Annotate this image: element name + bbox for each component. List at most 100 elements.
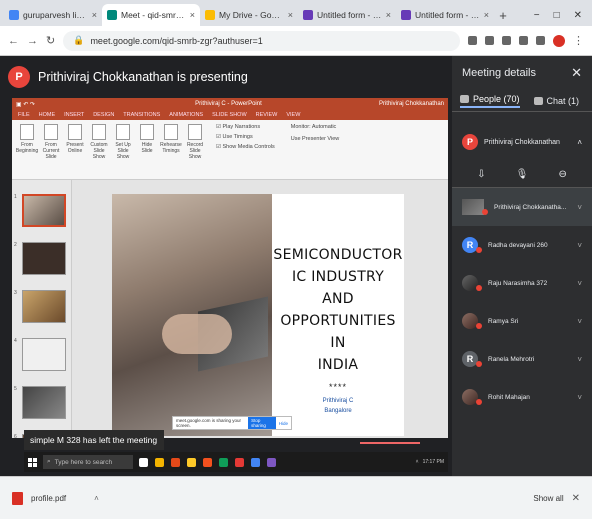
participant-row[interactable]: Ramya Sri ˅ (452, 302, 592, 340)
close-icon[interactable]: ✕ (571, 65, 582, 81)
presenter-controls: ⇩ 🎙 ⊖ (452, 162, 592, 188)
ppt-monitor-options: Monitor: Automatic Use Presenter View (291, 124, 340, 142)
ppt-ribbon-tab[interactable]: INSERT (64, 112, 84, 118)
browser-tab[interactable]: Untitled form - Google Fo × (396, 4, 494, 26)
hide-share-bar-button[interactable]: Hide (279, 421, 288, 426)
ppt-ribbon-button[interactable]: Present Online (66, 124, 84, 160)
pin-icon[interactable]: ⇩ (477, 169, 485, 180)
puzzle-icon[interactable] (536, 36, 545, 45)
participant-row[interactable]: R Ranela Mehrotri ˅ (452, 340, 592, 378)
chevron-down-icon[interactable]: ˅ (577, 393, 582, 402)
taskbar-app-icon[interactable] (155, 457, 164, 467)
tab-favicon-icon (9, 10, 19, 20)
participant-row[interactable]: R Radha devayani 260 ˅ (452, 226, 592, 264)
new-tab-button[interactable]: + (494, 4, 512, 26)
camera-icon[interactable] (468, 36, 477, 45)
mic-icon[interactable]: 🎙 (516, 169, 529, 180)
slide-thumbnail[interactable] (22, 338, 66, 371)
ppt-ribbon-tab[interactable]: FILE (18, 112, 30, 118)
close-icon[interactable]: × (484, 10, 489, 20)
close-icon[interactable]: ✕ (572, 493, 580, 504)
ppt-ribbon-checkbox[interactable]: ☑ Show Media Controls (216, 144, 275, 150)
ppt-ribbon-checkbox[interactable]: ☑ Play Narrations (216, 124, 275, 130)
slideshow-icon (164, 124, 178, 140)
ppt-ribbon-button[interactable]: Hide Slide (138, 124, 156, 160)
maximize-icon[interactable]: □ (554, 10, 560, 21)
show-all-button[interactable]: Show all (533, 494, 563, 503)
minimize-icon[interactable]: − (534, 10, 540, 21)
menu-dots-icon[interactable]: ⋮ (573, 34, 584, 47)
slide-thumbnail[interactable] (22, 242, 66, 275)
stop-sharing-button[interactable]: Stop sharing (248, 417, 276, 429)
ppt-monitor-option[interactable]: Monitor: Automatic (291, 124, 340, 130)
reload-icon[interactable]: ↻ (46, 34, 55, 47)
ppt-ribbon-button[interactable]: Set Up Slide Show (114, 124, 132, 160)
tray-arrow-icon[interactable]: ˄ (416, 459, 419, 465)
chat-icon (533, 96, 543, 105)
taskbar-app-icon[interactable] (267, 457, 276, 467)
ppt-ribbon-button[interactable]: Rehearse Timings (160, 124, 182, 160)
browser-tab[interactable]: My Drive - Google Drive × (200, 4, 298, 26)
chevron-up-icon[interactable]: ˄ (577, 138, 582, 147)
chevron-down-icon[interactable]: ˅ (577, 203, 582, 212)
slideshow-icon (20, 124, 34, 140)
close-icon[interactable]: × (92, 10, 97, 20)
close-icon[interactable]: × (288, 10, 293, 20)
ppt-ribbon-tab[interactable]: ANIMATIONS (169, 112, 203, 118)
download-file-name[interactable]: profile.pdf (31, 494, 66, 503)
presenter-row[interactable]: P Prithiviraj Chokkanathan ˄ (452, 122, 592, 162)
ppt-ribbon-button[interactable]: Custom Slide Show (90, 124, 108, 160)
profile-avatar[interactable] (553, 34, 565, 47)
browser-tab[interactable]: Meet - qid-smrb-zgr × (102, 4, 200, 26)
star-icon[interactable] (502, 36, 511, 45)
slide-thumbnail[interactable] (22, 290, 66, 323)
taskbar-app-icon[interactable] (187, 457, 196, 467)
ppt-ribbon-tab[interactable]: DESIGN (93, 112, 114, 118)
slide-thumbnail[interactable] (22, 194, 66, 227)
browser-tab[interactable]: Untitled form - Google Fo × (298, 4, 396, 26)
taskbar-app-icon[interactable] (251, 457, 260, 467)
chevron-down-icon[interactable]: ˅ (577, 279, 582, 288)
ppt-ribbon-button[interactable]: From Beginning (16, 124, 38, 160)
windows-start-icon[interactable] (28, 457, 37, 467)
ppt-ribbon-tab[interactable]: TRANSITIONS (123, 112, 160, 118)
chevron-down-icon[interactable]: ˅ (577, 241, 582, 250)
taskbar-app-icon[interactable] (171, 457, 180, 467)
close-icon[interactable]: ✕ (574, 10, 582, 21)
url-field[interactable]: 🔒 meet.google.com/qid-smrb-zgr?authuser=… (63, 30, 460, 51)
taskbar-app-icon[interactable] (139, 457, 148, 467)
ppt-ribbon-tabs: FILE HOME INSERT DESIGN TRANSITIONS ANIMATION… (12, 110, 448, 120)
ppt-ribbon-button[interactable]: Record Slide Show (186, 124, 204, 160)
browser-tab[interactable]: guruparvesh link - Mehram × (4, 4, 102, 26)
participant-name: Prithiviraj Chokkanatha... (494, 203, 567, 211)
ppt-ribbon-tab[interactable]: HOME (39, 112, 56, 118)
ppt-ribbon-checkbox[interactable]: ☑ Use Timings (216, 134, 275, 140)
slide-thumbnail[interactable] (22, 386, 66, 419)
chevron-down-icon[interactable]: ˅ (577, 317, 582, 326)
close-icon[interactable]: × (386, 10, 391, 20)
taskbar-app-icon[interactable] (203, 457, 212, 467)
ppt-ribbon-tab[interactable]: REVIEW (256, 112, 278, 118)
ppt-monitor-option[interactable]: Use Presenter View (291, 136, 340, 142)
zoom-slider[interactable] (360, 442, 420, 444)
key-icon[interactable] (485, 36, 494, 45)
participant-row[interactable]: Raju Narasimha 372 ˅ (452, 264, 592, 302)
close-icon[interactable]: × (190, 10, 195, 20)
panel-tabs: People (70) Chat (1) (452, 90, 592, 112)
tab-people[interactable]: People (70) (460, 94, 520, 108)
chevron-down-icon[interactable]: ˅ (577, 355, 582, 364)
ppt-ribbon-button[interactable]: From Current Slide (42, 124, 60, 160)
remove-icon[interactable]: ⊖ (559, 169, 567, 180)
ppt-ribbon-tab[interactable]: SLIDE SHOW (212, 112, 247, 118)
taskbar-app-icon[interactable] (235, 457, 244, 467)
tab-chat[interactable]: Chat (1) (533, 96, 579, 106)
participant-row[interactable]: Rohit Mahajan ˅ (452, 378, 592, 416)
taskbar-search[interactable]: ⌕ Type here to search (43, 455, 133, 469)
chevron-up-icon[interactable]: ˄ (94, 494, 99, 503)
taskbar-app-icon[interactable] (219, 457, 228, 467)
participant-row[interactable]: Prithiviraj Chokkanatha... ˅ (452, 188, 592, 226)
back-icon[interactable]: ← (8, 35, 19, 47)
forward-icon[interactable]: → (27, 35, 38, 47)
ppt-ribbon-tab[interactable]: VIEW (286, 112, 300, 118)
extension-icon[interactable] (519, 36, 528, 45)
